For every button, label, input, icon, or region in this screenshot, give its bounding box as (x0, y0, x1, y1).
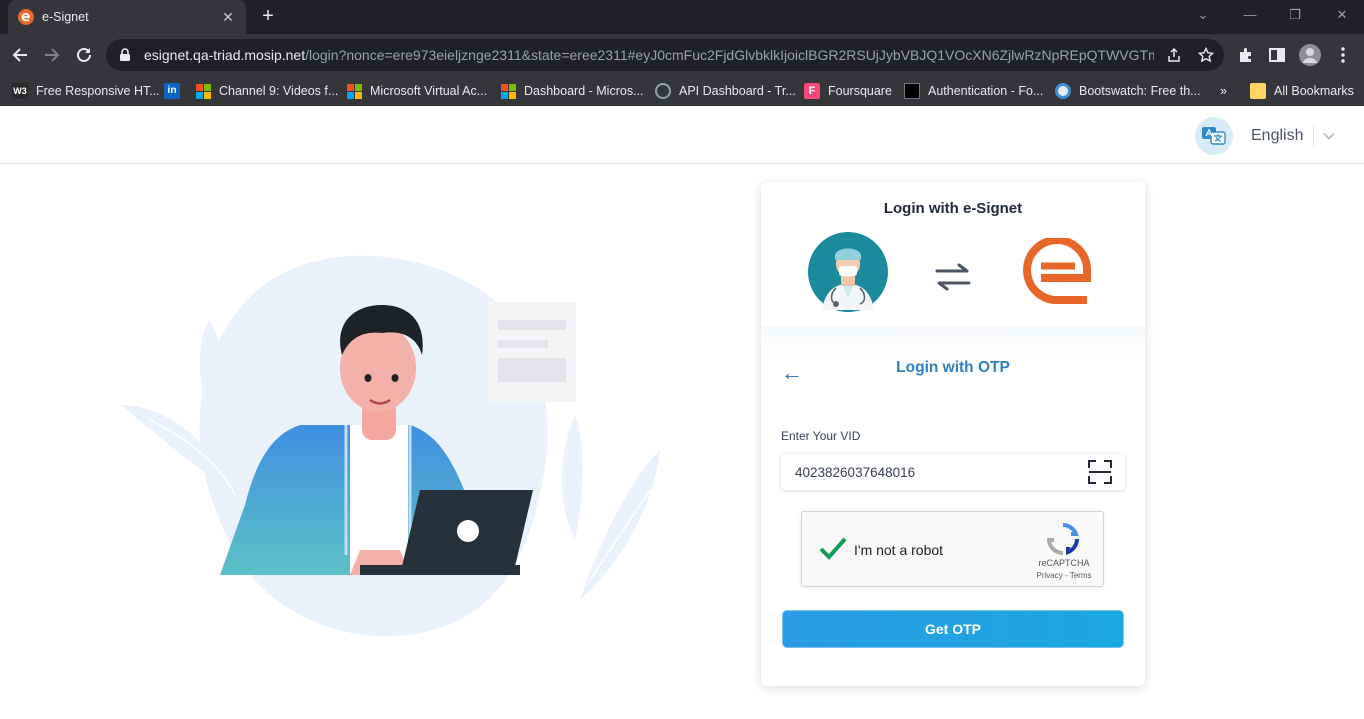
share-icon[interactable] (1166, 47, 1182, 63)
get-otp-button[interactable]: Get OTP (782, 610, 1124, 648)
scan-icon[interactable] (1087, 459, 1113, 485)
otp-heading: Login with OTP (896, 359, 1010, 376)
e-signet-logo (1023, 238, 1091, 304)
sidepanel-icon[interactable] (1268, 46, 1286, 64)
auth-site-icon (904, 83, 920, 99)
language-divider (1313, 125, 1314, 147)
bookmark-w3schools[interactable]: W3 Free Responsive HT... (12, 82, 160, 100)
url-text[interactable]: esignet.qa-triad.mosip.net/login?nonce=e… (144, 47, 1154, 63)
url-path: /login?nonce=ere973eieljznge2311&state=e… (305, 47, 1154, 63)
new-tab-icon[interactable]: + (258, 6, 278, 26)
bookmark-label: Bootswatch: Free th... (1079, 84, 1201, 98)
bookmark-authentication[interactable]: Authentication - Fo... (904, 82, 1043, 100)
bookmark-all-bookmarks[interactable]: All Bookmarks (1250, 82, 1354, 100)
translate-icon[interactable] (1195, 117, 1233, 155)
bookmarks-bar: W3 Free Responsive HT... in Channel 9: V… (0, 76, 1364, 106)
foursquare-icon: F (804, 83, 820, 99)
recaptcha-brand: reCAPTCHA (1038, 558, 1090, 568)
bookmark-label: All Bookmarks (1274, 84, 1354, 98)
reload-icon[interactable] (73, 44, 95, 66)
globe-icon (655, 83, 671, 99)
star-icon[interactable] (1198, 47, 1214, 63)
checkmark-icon[interactable] (818, 534, 848, 564)
forward-icon[interactable] (41, 44, 63, 66)
microsoft-icon (196, 83, 211, 99)
bootswatch-icon (1055, 83, 1071, 99)
folder-icon (1250, 83, 1266, 99)
lock-icon[interactable] (118, 48, 132, 62)
bookmark-label: API Dashboard - Tr... (679, 84, 796, 98)
recaptcha-terms-link[interactable]: Privacy - Terms (1032, 571, 1096, 580)
bookmark-foursquare[interactable]: F Foursquare (804, 82, 892, 100)
bookmark-label: Authentication - Fo... (928, 84, 1044, 98)
back-icon[interactable] (9, 44, 31, 66)
bookmark-label: Channel 9: Videos f... (219, 84, 339, 98)
card-title: Login with e-Signet (883, 200, 1023, 217)
login-card: Login with e-Signet ← Login with OTP Ent… (761, 182, 1145, 686)
bookmark-api-dashboard[interactable]: API Dashboard - Tr... (655, 82, 796, 100)
profile-avatar[interactable] (1299, 44, 1321, 66)
tab-title: e-Signet (42, 10, 89, 24)
minimize-icon[interactable]: — (1240, 7, 1260, 22)
card-section-divider (761, 326, 1145, 356)
vid-label: Enter Your VID (781, 429, 861, 443)
restore-icon[interactable]: ❐ (1285, 7, 1305, 23)
bookmark-dashboard[interactable]: Dashboard - Micros... (501, 82, 643, 100)
bookmark-linkedin[interactable]: in (164, 82, 188, 100)
bookmark-virtual-academy[interactable]: Microsoft Virtual Ac... (347, 82, 487, 100)
close-tab-icon[interactable]: ✕ (220, 9, 236, 26)
chevron-down-icon[interactable] (1322, 129, 1336, 143)
browser-tab-strip: e-Signet ✕ + ⌄ — ❐ ✕ (0, 0, 1364, 34)
swap-arrows-icon (935, 263, 971, 291)
language-selector[interactable]: English (1251, 127, 1303, 145)
tab-search-icon[interactable]: ⌄ (1193, 7, 1213, 23)
microsoft-icon (347, 83, 362, 99)
bookmark-label: Free Responsive HT... (36, 84, 160, 98)
recaptcha-label: I'm not a robot (854, 542, 944, 558)
bookmark-channel9[interactable]: Channel 9: Videos f... (196, 82, 338, 100)
vid-input[interactable] (781, 454, 1125, 490)
bookmarks-overflow-icon[interactable]: » (1220, 82, 1227, 100)
linkedin-icon: in (164, 83, 180, 99)
browser-toolbar: esignet.qa-triad.mosip.net/login?nonce=e… (0, 34, 1364, 76)
page-header: English (0, 107, 1364, 164)
microsoft-icon (501, 83, 516, 99)
url-host: esignet.qa-triad.mosip.net (144, 47, 306, 63)
recaptcha-widget[interactable]: I'm not a robot reCAPTCHA Privacy - Term… (801, 511, 1104, 587)
w3schools-icon: W3 (12, 83, 28, 99)
extensions-icon[interactable] (1237, 46, 1255, 64)
window-close-icon[interactable]: ✕ (1332, 7, 1352, 23)
browser-tab[interactable]: e-Signet ✕ (8, 0, 246, 34)
bookmark-label: Microsoft Virtual Ac... (370, 84, 488, 98)
recaptcha-logo (1046, 523, 1079, 556)
more-icon[interactable] (1334, 46, 1352, 64)
bookmark-bootswatch[interactable]: Bootswatch: Free th... (1055, 82, 1201, 100)
doctor-client-logo (808, 232, 888, 312)
login-illustration (120, 255, 660, 637)
bookmark-label: Dashboard - Micros... (524, 84, 644, 98)
address-bar[interactable]: esignet.qa-triad.mosip.net/login?nonce=e… (106, 39, 1224, 71)
e-signet-favicon (18, 9, 34, 25)
bookmark-label: Foursquare (828, 84, 892, 98)
